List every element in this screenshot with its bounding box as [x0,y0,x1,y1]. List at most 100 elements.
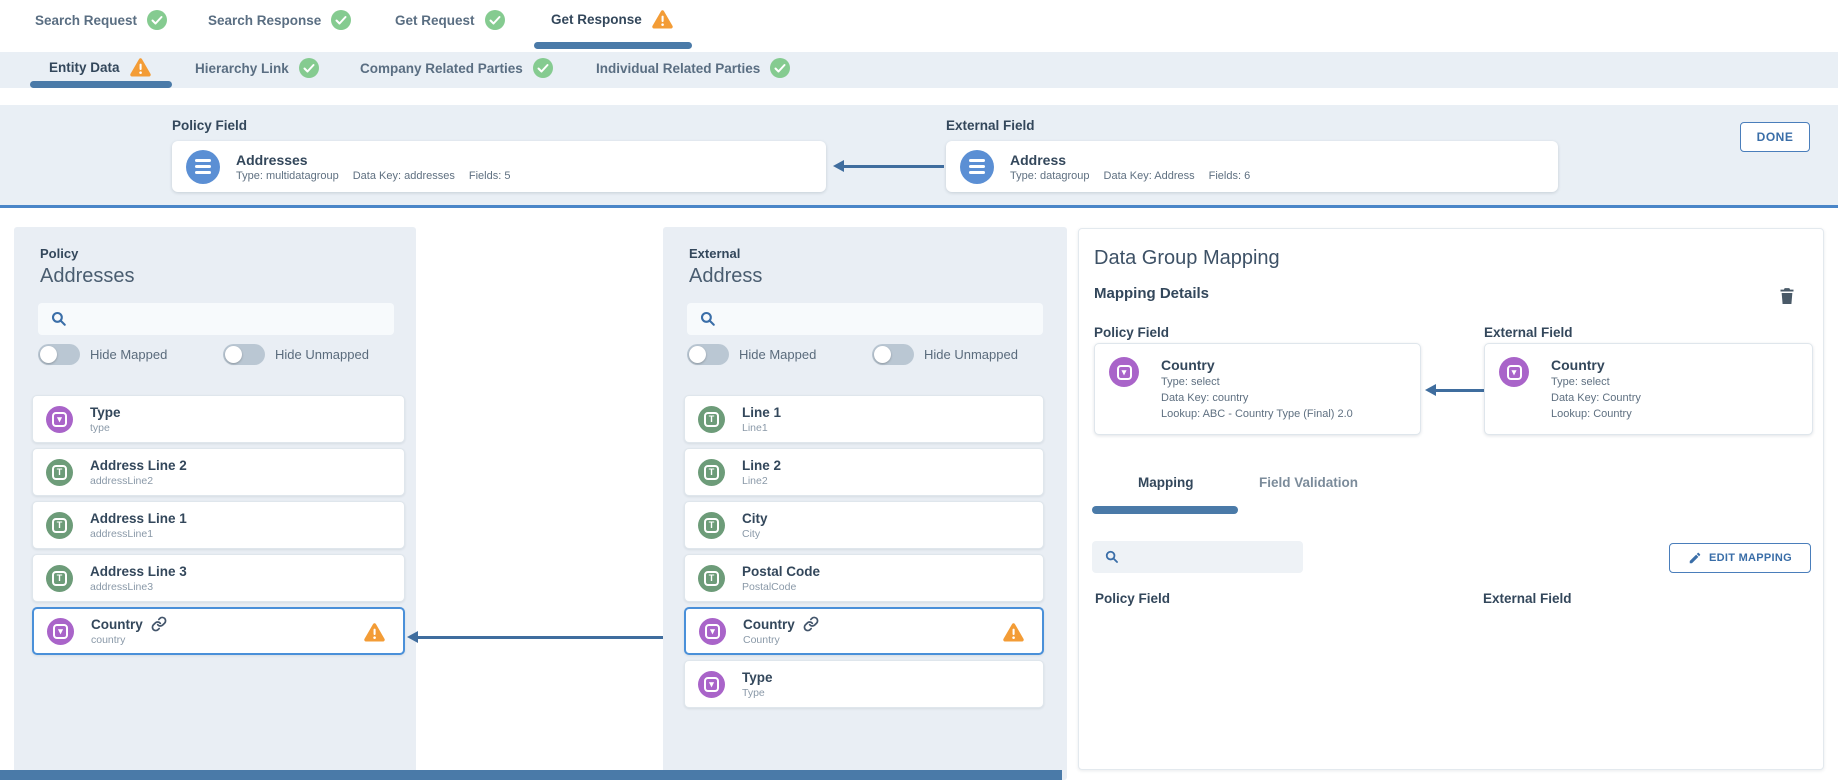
active-tab-indicator [534,42,692,49]
text-field-icon: T [46,459,73,486]
external-field-label: External Field [1484,325,1573,340]
field-key: Country [743,634,819,646]
text-field-icon: T [46,512,73,539]
field-title: Country [91,617,143,632]
active-tab-indicator [30,81,172,88]
datagroup-icon [186,150,220,184]
edit-mapping-button[interactable]: EDIT MAPPING [1669,543,1811,573]
horizontal-scrollbar-thumb[interactable] [0,770,1062,780]
card-title: Country [1551,357,1641,373]
link-icon [803,616,819,632]
tab-search-request[interactable]: Search Request [35,10,167,30]
tab-get-response[interactable]: Get Response [551,10,673,29]
list-item-address-line-1[interactable]: T Address Line 1 addressLine1 [32,501,405,549]
warning-icon [364,623,385,642]
tab-mapping[interactable]: Mapping [1138,475,1194,490]
datagroup-icon [960,150,994,184]
hide-unmapped-toggle[interactable] [223,344,265,365]
list-item-address-line-3[interactable]: T Address Line 3 addressLine3 [32,554,405,602]
panel-kicker: External [689,246,740,261]
check-icon [485,10,505,30]
text-field-icon: T [698,459,725,486]
external-datagroup-card[interactable]: Address Type: datagroup Data Key: Addres… [946,141,1558,192]
mapping-details-heading: Mapping Details [1094,285,1209,302]
card-meta-datakey: Data Key: Address [1104,170,1195,182]
external-field-label: External Field [946,118,1035,133]
select-field-icon: ▾ [46,406,73,433]
warning-icon [652,10,673,29]
card-meta-fields: Fields: 6 [1209,170,1251,182]
text-field-icon: T [698,406,725,433]
delete-mapping-icon[interactable] [1777,285,1797,312]
mapping-search-input[interactable] [1127,541,1303,573]
hide-unmapped-toggle[interactable] [872,344,914,365]
card-title: Country [1161,357,1353,373]
tab-company-related-parties[interactable]: Company Related Parties [360,58,553,78]
list-item-country[interactable]: ▾ Country Country [684,607,1044,655]
hide-mapped-toggle[interactable] [687,344,729,365]
field-title: Address Line 1 [90,511,187,526]
warning-icon [130,58,151,77]
toggle-label: Hide Unmapped [275,347,369,362]
field-mapping-arrow-line [417,636,684,639]
hide-mapped-toggle[interactable] [38,344,80,365]
field-key: City [742,528,768,540]
field-key: PostalCode [742,581,820,593]
tab-individual-related-parties[interactable]: Individual Related Parties [596,58,790,78]
card-meta-type: Type: multidatagroup [236,170,339,182]
field-key: country [91,634,167,646]
check-icon [147,10,167,30]
card-type: Type: select [1551,375,1641,389]
tab-label: Individual Related Parties [596,61,760,76]
active-tab-indicator [1092,506,1238,514]
external-search-input[interactable] [724,303,1043,335]
field-title: City [742,511,768,526]
edit-mapping-label: EDIT MAPPING [1709,552,1792,564]
card-meta-datakey: Data Key: addresses [353,170,455,182]
field-title: Postal Code [742,564,820,579]
list-item-address-line-2[interactable]: T Address Line 2 addressLine2 [32,448,405,496]
card-meta-fields: Fields: 5 [469,170,511,182]
tab-field-validation[interactable]: Field Validation [1259,475,1358,490]
list-item-type[interactable]: ▾ Type Type [684,660,1044,708]
policy-datagroup-card[interactable]: Addresses Type: multidatagroup Data Key:… [172,141,826,192]
tab-label: Company Related Parties [360,61,523,76]
tab-label: Get Request [395,13,475,28]
select-field-icon: ▾ [1499,357,1529,387]
card-meta-type: Type: datagroup [1010,170,1090,182]
external-field-card[interactable]: ▾ Country Type: select Data Key: Country… [1484,343,1813,435]
list-item-line-2[interactable]: T Line 2 Line2 [684,448,1044,496]
card-datakey: Data Key: country [1161,391,1353,405]
field-title: Address Line 2 [90,458,187,473]
policy-field-card[interactable]: ▾ Country Type: select Data Key: country… [1094,343,1421,435]
policy-search-input[interactable] [75,303,394,335]
check-icon [770,58,790,78]
policy-field-column-header: Policy Field [1095,591,1170,606]
field-title: Type [90,405,121,420]
list-item-city[interactable]: T City City [684,501,1044,549]
tab-hierarchy-link[interactable]: Hierarchy Link [195,58,319,78]
field-key: Line2 [742,475,781,487]
datagroup-mapping-header: Policy Field Addresses Type: multidatagr… [0,105,1838,208]
tab-get-request[interactable]: Get Request [395,10,505,30]
list-item-line-1[interactable]: T Line 1 Line1 [684,395,1044,443]
link-icon [151,616,167,632]
policy-fields-panel: Policy Addresses Hide Mapped Hide Unmapp… [14,227,416,780]
done-button[interactable]: DONE [1740,122,1810,152]
panel-kicker: Policy [40,246,78,261]
mapping-search-box [1092,541,1303,573]
field-title: Country [743,617,795,632]
list-item-postal-code[interactable]: T Postal Code PostalCode [684,554,1044,602]
tab-entity-data[interactable]: Entity Data [49,58,151,77]
toggle-label: Hide Unmapped [924,347,1018,362]
panel-title: Data Group Mapping [1094,247,1280,270]
list-item-type[interactable]: ▾ Type type [32,395,405,443]
field-key: Type [742,687,773,699]
card-datakey: Data Key: Country [1551,391,1641,405]
panel-title: Addresses [40,265,135,288]
card-title: Addresses [236,152,510,168]
list-item-country[interactable]: ▾ Country country [32,607,405,655]
tab-label: Get Response [551,12,642,27]
card-title: Address [1010,152,1250,168]
tab-search-response[interactable]: Search Response [208,10,351,30]
